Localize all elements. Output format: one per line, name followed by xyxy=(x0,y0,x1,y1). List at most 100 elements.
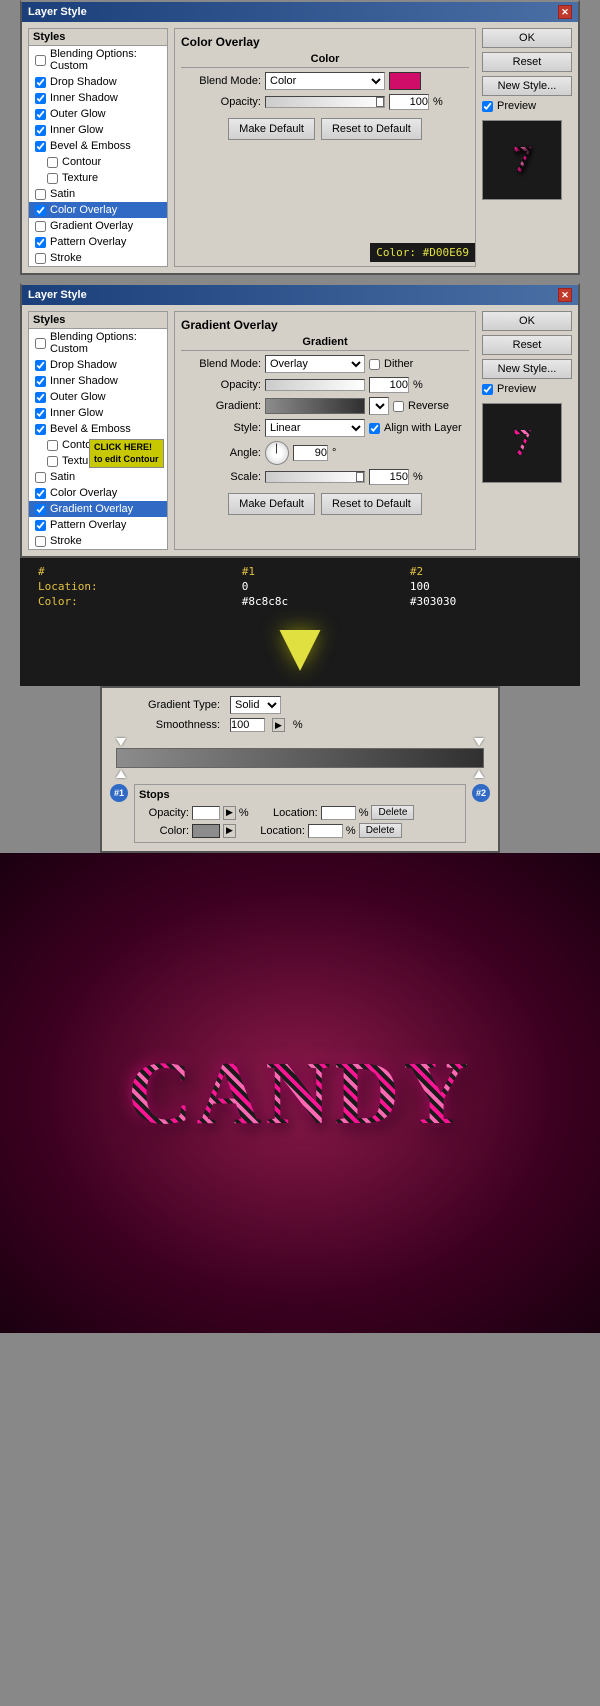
style-satin[interactable]: Satin xyxy=(29,186,167,202)
gradient-type-select[interactable]: Solid Noise xyxy=(230,696,281,714)
s2-pattern-overlay[interactable]: Pattern Overlay xyxy=(29,517,167,533)
smoothness-input[interactable] xyxy=(230,718,265,732)
opacity-input[interactable]: 100 xyxy=(389,94,429,110)
stop1-circle[interactable]: #1 xyxy=(110,784,128,802)
dither-checkbox[interactable] xyxy=(369,359,380,370)
s2-inner-glow-checkbox[interactable] xyxy=(35,408,46,419)
reverse-checkbox[interactable] xyxy=(393,401,404,412)
style-contour[interactable]: Contour xyxy=(29,154,167,170)
blend-mode-select[interactable]: Color Normal Overlay Multiply xyxy=(265,72,385,90)
style-pattern-overlay[interactable]: Pattern Overlay xyxy=(29,234,167,250)
style-drop-shadow[interactable]: Drop Shadow xyxy=(29,74,167,90)
stops-color-swatch[interactable] xyxy=(192,824,220,838)
s2-gradient-overlay-checkbox[interactable] xyxy=(35,504,46,515)
stop2-circle[interactable]: #2 xyxy=(472,784,490,802)
style-bevel-emboss-checkbox[interactable] xyxy=(35,141,46,152)
s2-bevel-emboss-checkbox[interactable] xyxy=(35,424,46,435)
style-texture[interactable]: Texture xyxy=(29,170,167,186)
s2-stroke[interactable]: Stroke xyxy=(29,533,167,549)
s2-blending-checkbox[interactable] xyxy=(35,338,46,349)
align-checkbox[interactable] xyxy=(369,423,380,434)
s2-pattern-overlay-checkbox[interactable] xyxy=(35,520,46,531)
opacity-slider-2[interactable] xyxy=(265,379,365,391)
s2-inner-glow[interactable]: Inner Glow xyxy=(29,405,167,421)
s2-outer-glow-checkbox[interactable] xyxy=(35,392,46,403)
reset-btn-1[interactable]: Reset xyxy=(482,52,572,72)
reset-btn-2[interactable]: Reset xyxy=(482,335,572,355)
style-gradient-overlay-checkbox[interactable] xyxy=(35,221,46,232)
s2-bevel-emboss[interactable]: Bevel & Emboss xyxy=(29,421,167,437)
style-blending-options-checkbox[interactable] xyxy=(35,55,46,66)
style-inner-glow[interactable]: Inner Glow xyxy=(29,122,167,138)
style-bevel-emboss[interactable]: Bevel & Emboss xyxy=(29,138,167,154)
style-stroke-checkbox[interactable] xyxy=(35,253,46,264)
style-inner-glow-checkbox[interactable] xyxy=(35,125,46,136)
make-default-btn[interactable]: Make Default xyxy=(228,118,315,140)
opacity-slider[interactable] xyxy=(265,96,385,108)
stops-color-delete[interactable]: Delete xyxy=(359,823,402,838)
gradient-dropdown[interactable]: ▼ xyxy=(369,397,389,415)
angle-input[interactable] xyxy=(293,445,328,461)
style-inner-shadow-checkbox[interactable] xyxy=(35,93,46,104)
s2-outer-glow[interactable]: Outer Glow xyxy=(29,389,167,405)
scale-thumb[interactable] xyxy=(356,472,364,482)
smoothness-stepper[interactable]: ▶ xyxy=(272,718,285,732)
dialog-close-btn-2[interactable]: ✕ xyxy=(558,288,572,302)
s2-color-overlay-checkbox[interactable] xyxy=(35,488,46,499)
s2-texture-checkbox[interactable] xyxy=(47,456,58,467)
s2-drop-shadow[interactable]: Drop Shadow xyxy=(29,357,167,373)
style-drop-shadow-checkbox[interactable] xyxy=(35,77,46,88)
new-style-btn-1[interactable]: New Style... xyxy=(482,76,572,96)
style-select[interactable]: Linear Radial Angle Reflected Diamond xyxy=(265,419,365,437)
s2-inner-shadow-checkbox[interactable] xyxy=(35,376,46,387)
style-blending-options[interactable]: Blending Options: Custom xyxy=(29,46,167,74)
scale-slider[interactable] xyxy=(265,471,365,483)
style-stroke[interactable]: Stroke xyxy=(29,250,167,266)
style-satin-checkbox[interactable] xyxy=(35,189,46,200)
reset-to-default-btn-2[interactable]: Reset to Default xyxy=(321,493,422,515)
stops-opacity-stepper[interactable]: ▶ xyxy=(223,806,236,820)
color-swatch[interactable] xyxy=(389,72,421,90)
s2-satin[interactable]: Satin xyxy=(29,469,167,485)
gradient-preview[interactable] xyxy=(265,398,365,414)
stops-color-loc-input[interactable] xyxy=(308,824,343,838)
preview-checkbox-1[interactable] xyxy=(482,101,493,112)
reset-to-default-btn[interactable]: Reset to Default xyxy=(321,118,422,140)
scale-input[interactable] xyxy=(369,469,409,485)
ok-btn-1[interactable]: OK xyxy=(482,28,572,48)
angle-wheel[interactable] xyxy=(265,441,289,465)
style-inner-shadow[interactable]: Inner Shadow xyxy=(29,90,167,106)
s2-contour[interactable]: Contour CLICK HERE! to edit Contour xyxy=(29,437,167,453)
s2-satin-checkbox[interactable] xyxy=(35,472,46,483)
s2-stroke-checkbox[interactable] xyxy=(35,536,46,547)
s2-gradient-overlay[interactable]: Gradient Overlay xyxy=(29,501,167,517)
s2-contour-checkbox[interactable] xyxy=(47,440,58,451)
style-outer-glow-checkbox[interactable] xyxy=(35,109,46,120)
s2-drop-shadow-checkbox[interactable] xyxy=(35,360,46,371)
s2-blending-options[interactable]: Blending Options: Custom xyxy=(29,329,167,357)
opacity-thumb[interactable] xyxy=(376,97,384,107)
style-color-overlay[interactable]: Color Overlay xyxy=(29,202,167,218)
gradient-display-bar[interactable] xyxy=(116,748,484,768)
s2-texture[interactable]: Texture xyxy=(29,453,167,469)
new-style-btn-2[interactable]: New Style... xyxy=(482,359,572,379)
opacity-stop-left[interactable] xyxy=(116,738,126,746)
style-color-overlay-checkbox[interactable] xyxy=(35,205,46,216)
ok-btn-2[interactable]: OK xyxy=(482,311,572,331)
make-default-btn-2[interactable]: Make Default xyxy=(228,493,315,515)
stops-opacity-input[interactable] xyxy=(192,806,220,820)
opacity-stop-right[interactable] xyxy=(474,738,484,746)
style-texture-checkbox[interactable] xyxy=(47,173,58,184)
s2-color-overlay[interactable]: Color Overlay xyxy=(29,485,167,501)
color-stop-right[interactable] xyxy=(474,770,484,778)
preview-checkbox-2[interactable] xyxy=(482,384,493,395)
s2-inner-shadow[interactable]: Inner Shadow xyxy=(29,373,167,389)
dialog-close-btn-1[interactable]: ✕ xyxy=(558,5,572,19)
style-pattern-overlay-checkbox[interactable] xyxy=(35,237,46,248)
stops-opacity-delete[interactable]: Delete xyxy=(371,805,414,820)
blend-mode-select-2[interactable]: Overlay Normal Color xyxy=(265,355,365,373)
opacity-input-2[interactable] xyxy=(369,377,409,393)
color-stop-left[interactable] xyxy=(116,770,126,778)
style-outer-glow[interactable]: Outer Glow xyxy=(29,106,167,122)
style-gradient-overlay[interactable]: Gradient Overlay xyxy=(29,218,167,234)
